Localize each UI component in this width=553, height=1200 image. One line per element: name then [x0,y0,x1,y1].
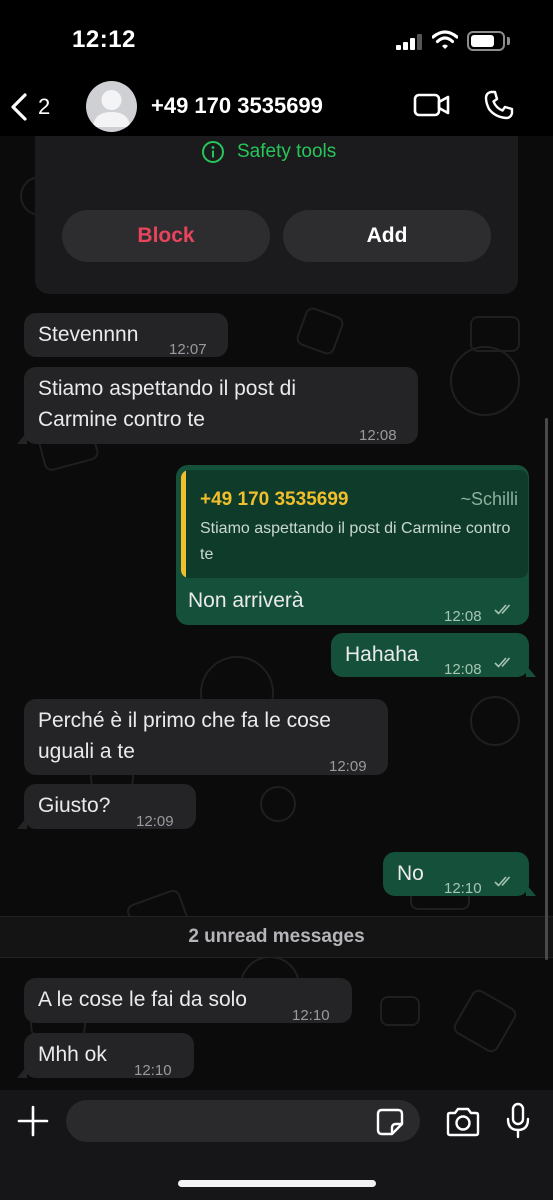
plus-icon[interactable] [16,1104,50,1138]
bubble-tail [17,432,27,444]
message-text: Mhh ok [38,1043,107,1066]
message-bubble-incoming[interactable]: Stevennnn 12:07 [24,313,228,358]
message-bubble-incoming[interactable]: Stiamo aspettando il post di Carmine con… [17,367,418,444]
quote-alias: ~Schilli [460,489,518,509]
quote-author: +49 170 3535699 [200,489,349,510]
battery-icon [467,31,505,51]
back-unread-count: 2 [38,94,51,119]
quote-text: Stiamo aspettando il post di Carmine con… [200,520,511,563]
message-input[interactable] [66,1100,420,1142]
message-time: 12:10 [444,880,482,897]
message-text: Hahaha [345,643,419,666]
chat-header: 2 +49 170 3535699 [0,78,553,136]
message-text-line: uguali a te [38,740,135,763]
person-avatar-icon [93,90,130,127]
message-time: 12:07 [169,341,207,358]
message-bubble-incoming[interactable]: Mhh ok 12:10 [17,1033,194,1079]
read-receipt-icon [494,876,511,887]
message-bubble-outgoing[interactable]: Hahaha 12:08 [331,633,536,678]
battery-cap [507,37,510,45]
contact-info-card: Safety tools Block Add [35,136,518,294]
bubble-tail [17,1066,27,1078]
unread-messages-divider: 2 unread messages [0,916,553,958]
bubble-tail [526,665,536,677]
message-text: Non arriverà [188,589,304,612]
phone-icon[interactable] [483,89,515,121]
scrollbar[interactable] [545,418,548,960]
safety-tools-label: Safety tools [237,141,337,162]
cellular-signal-icon [396,34,426,50]
info-circle-icon [202,141,224,163]
contact-avatar[interactable] [86,81,137,132]
message-text-line: Stiamo aspettando il post di [38,377,296,400]
message-text: Stevennnn [38,323,139,346]
message-time: 12:09 [329,758,367,775]
message-text-line: Carmine contro te [38,408,205,431]
bubble-tail [17,817,27,829]
quoted-message[interactable]: +49 170 3535699 ~Schilli Stiamo aspettan… [181,470,528,578]
block-button[interactable]: Block [62,210,270,262]
quote-accent-bar [181,470,186,578]
chevron-left-icon [11,93,27,121]
read-receipt-icon [494,657,511,668]
safety-tools-link[interactable]: Safety tools [201,140,336,164]
read-receipt-icon [494,604,511,615]
wifi-icon [432,30,458,49]
video-camera-icon[interactable] [413,91,451,119]
message-time: 12:08 [359,427,397,444]
status-time: 12:12 [72,26,136,53]
bubble-tail [526,884,536,896]
message-bubble-incoming[interactable]: A le cose le fai da solo 12:10 [24,978,352,1024]
contact-name[interactable]: +49 170 3535699 [151,93,323,119]
message-text: No [397,862,424,885]
microphone-icon[interactable] [505,1102,531,1140]
message-time: 12:10 [134,1062,172,1079]
message-text: A le cose le fai da solo [38,988,247,1011]
message-time: 12:08 [444,608,482,625]
camera-icon[interactable] [445,1107,481,1137]
message-bubble-incoming[interactable]: Giusto? 12:09 [17,784,196,830]
message-bubble-outgoing-reply[interactable]: +49 170 3535699 ~Schilli Stiamo aspettan… [176,465,529,625]
message-time: 12:09 [136,813,174,830]
message-composer [0,1090,553,1200]
message-bubble-incoming[interactable]: Perché è il primo che fa le cose uguali … [24,699,388,775]
message-time: 12:10 [292,1007,330,1024]
message-bubble-outgoing[interactable]: No 12:10 [383,852,536,897]
home-indicator[interactable] [178,1180,376,1187]
message-text: Giusto? [38,794,111,817]
add-contact-button[interactable]: Add [283,210,491,262]
back-button[interactable]: 2 [10,90,64,124]
message-text-line: Perché è il primo che fa le cose [38,709,331,732]
status-bar: 12:12 [0,0,553,78]
sticker-icon[interactable] [376,1108,404,1136]
message-time: 12:08 [444,661,482,678]
